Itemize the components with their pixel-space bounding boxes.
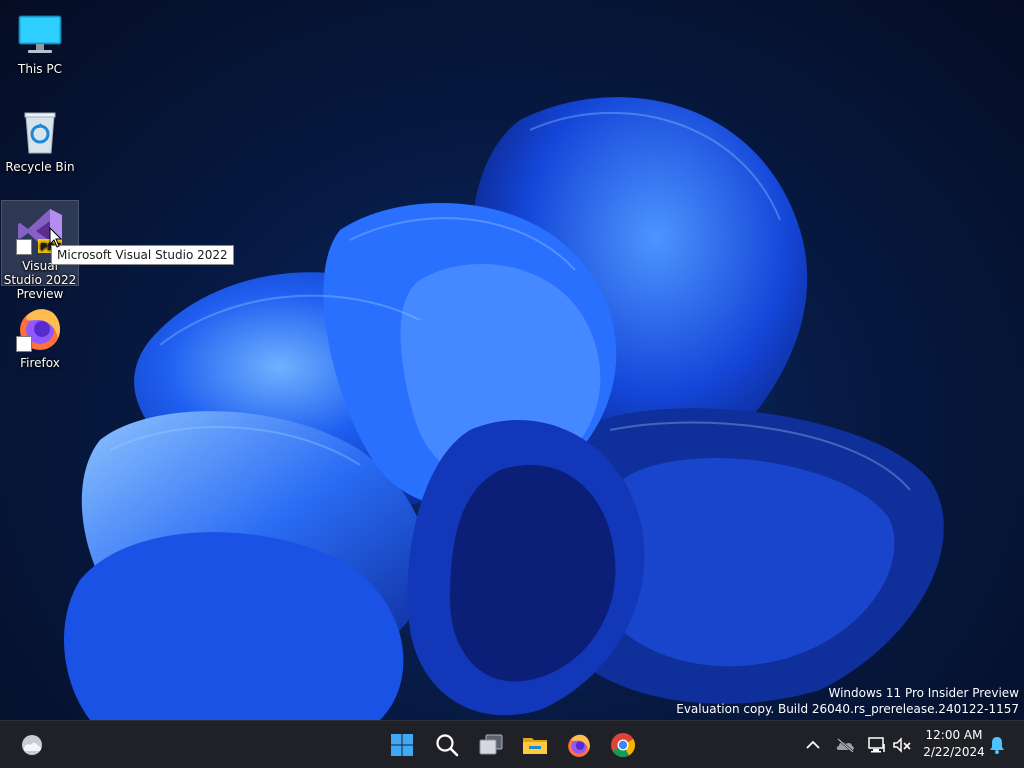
file-explorer-icon	[523, 738, 547, 754]
mouse-cursor-icon	[49, 227, 63, 248]
watermark-edition: Windows 11 Pro Insider Preview	[828, 686, 1019, 700]
desktop-icon-this-pc[interactable]: This PC	[2, 4, 78, 82]
firefox-icon	[568, 734, 590, 757]
taskbar: 12:00 AM 2/22/2024	[0, 720, 1024, 768]
desktop-icon-recycle-bin[interactable]: Recycle Bin	[2, 102, 78, 180]
volume-muted-icon	[893, 737, 911, 753]
task-view-icon	[479, 734, 503, 755]
desktop-icon-visual-studio[interactable]: PRE Visual Studio 2022 Preview	[1, 200, 79, 301]
network-tray-button[interactable]	[865, 733, 889, 757]
bloom-wallpaper	[63, 97, 944, 720]
task-view-button[interactable]	[475, 729, 507, 761]
chevron-up-icon	[806, 740, 820, 749]
onedrive-tray-button[interactable]	[833, 733, 857, 757]
search-icon	[436, 734, 459, 757]
desktop-icon-label: Firefox	[20, 356, 60, 370]
desktop-icon-label: Visual Studio 2022 Preview	[3, 259, 77, 301]
notification-bell-icon	[990, 737, 1004, 754]
desktop-icon-label: This PC	[18, 62, 62, 76]
shortcut-arrow-icon	[16, 336, 32, 352]
show-hidden-icons-button[interactable]	[801, 733, 825, 757]
onedrive-icon	[836, 738, 854, 753]
notifications-button[interactable]	[985, 733, 1009, 757]
desktop-icon-label: Recycle Bin	[5, 160, 75, 174]
start-button[interactable]	[386, 729, 418, 761]
weather-widget-button[interactable]	[16, 729, 48, 761]
network-icon	[868, 737, 885, 753]
weather-icon	[22, 735, 42, 755]
file-explorer-button[interactable]	[519, 729, 551, 761]
taskbar-chrome-button[interactable]	[607, 729, 639, 761]
monitor-icon	[16, 10, 64, 58]
chrome-icon	[611, 733, 636, 758]
firefox-icon	[16, 304, 64, 352]
tooltip: Microsoft Visual Studio 2022	[51, 245, 234, 265]
clock-time: 12:00 AM	[925, 728, 983, 742]
search-button[interactable]	[431, 729, 463, 761]
watermark-build: Evaluation copy. Build 26040.rs_prerelea…	[676, 702, 1019, 716]
taskbar-firefox-button[interactable]	[563, 729, 595, 761]
shortcut-arrow-icon	[16, 239, 32, 255]
taskbar-clock[interactable]: 12:00 AM 2/22/2024	[916, 727, 992, 761]
desktop-icon-firefox[interactable]: Firefox	[2, 298, 78, 370]
clock-date: 2/22/2024	[923, 745, 985, 759]
evaluation-watermark: Windows 11 Pro Insider Preview Evaluatio…	[676, 685, 1019, 717]
windows-start-icon	[391, 734, 413, 756]
volume-tray-button[interactable]	[890, 733, 914, 757]
recycle-bin-icon	[16, 108, 64, 156]
desktop: This PC Recycle Bin PRE Visual Studio 20…	[0, 0, 1024, 720]
